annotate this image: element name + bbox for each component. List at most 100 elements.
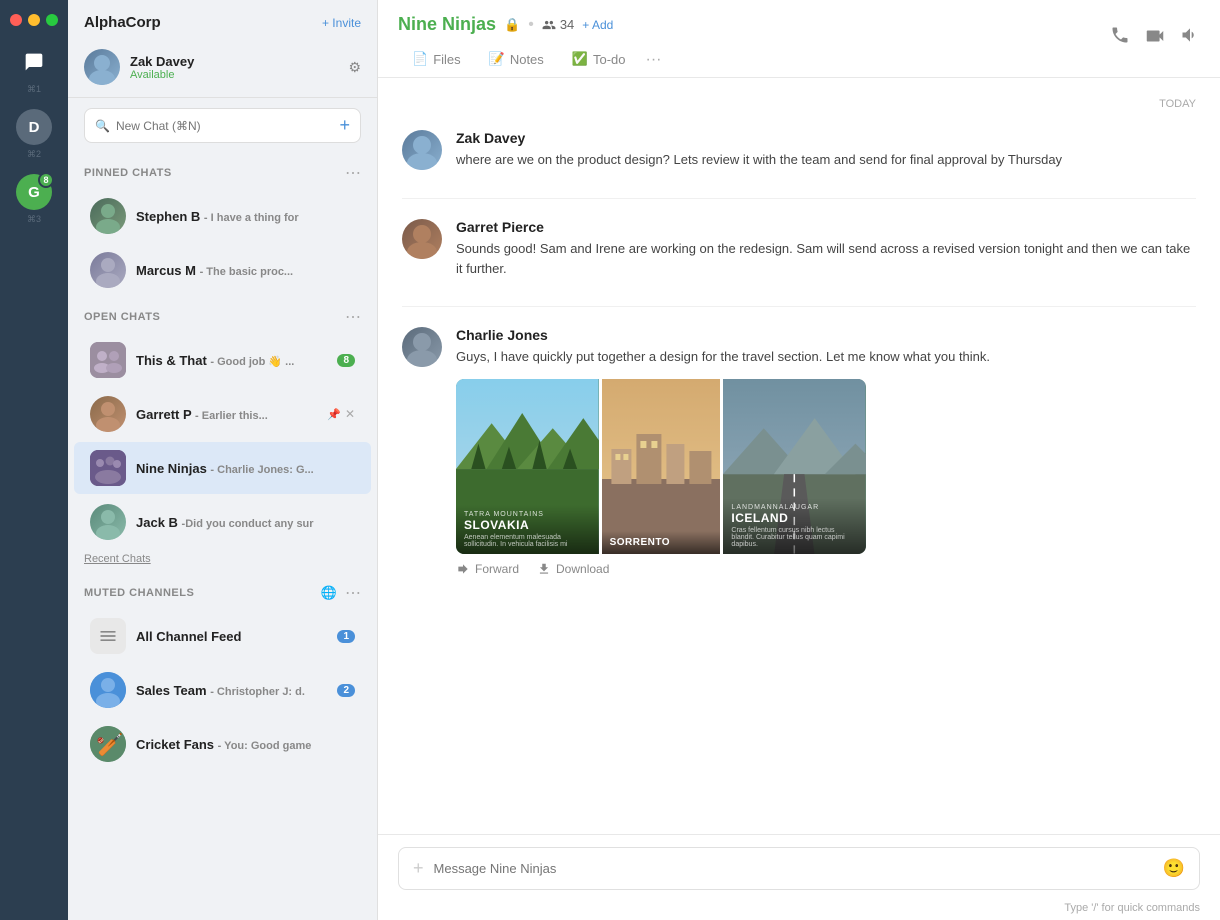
- more-tabs-icon[interactable]: ···: [640, 43, 668, 77]
- message-author: Garret Pierce: [456, 219, 1196, 235]
- pinned-chats-label: PINNED CHATS: [84, 167, 172, 179]
- video-call-icon[interactable]: [1144, 25, 1166, 52]
- avatar: [90, 504, 126, 540]
- group-avatar: [90, 450, 126, 486]
- muted-channels-header: MUTED CHANNELS 🌐 ⋯: [68, 573, 377, 609]
- workspace-g-avatar[interactable]: G 8: [16, 174, 52, 210]
- avatar: [90, 252, 126, 288]
- avatar: [90, 198, 126, 234]
- tab-todo[interactable]: ✅ To-do: [558, 43, 640, 77]
- emoji-icon[interactable]: 🙂: [1163, 858, 1185, 879]
- member-count: 34: [542, 17, 574, 32]
- list-item[interactable]: Stephen B - I have a thing for: [74, 190, 371, 242]
- shortcut-1: ⌘1: [27, 84, 41, 95]
- chat-preview: - Charlie Jones: G...: [210, 464, 313, 476]
- list-item[interactable]: Sales Team - Christopher J: d. 2: [74, 664, 371, 716]
- notes-icon: 📝: [489, 51, 505, 67]
- workspace-d-avatar[interactable]: D: [16, 109, 52, 145]
- separator: •: [528, 16, 534, 34]
- message-text: Sounds good! Sam and Irene are working o…: [456, 239, 1196, 278]
- list-item[interactable]: 🏏 Cricket Fans - You: Good game: [74, 718, 371, 770]
- lock-icon: 🔒: [504, 17, 520, 33]
- shortcut-3: ⌘3: [27, 214, 41, 225]
- chat-sidebar: AlphaCorp + Invite Zak Davey Available ⚙…: [68, 0, 378, 920]
- workspace-name: AlphaCorp: [84, 14, 161, 31]
- globe-icon[interactable]: 🌐: [321, 585, 337, 601]
- list-item[interactable]: All Channel Feed 1: [74, 610, 371, 662]
- list-item[interactable]: This & That - Good job 👋 ... 8: [74, 334, 371, 386]
- tab-files[interactable]: 📄 Files: [398, 43, 475, 77]
- channel-name: Cricket Fans - You: Good game: [136, 737, 355, 752]
- chat-preview: - Good job 👋 ...: [210, 356, 294, 368]
- chat-tabs: 📄 Files 📝 Notes ✅ To-do ···: [398, 43, 668, 77]
- list-item[interactable]: Marcus M - The basic proc...: [74, 244, 371, 296]
- sidebar-header: AlphaCorp + Invite: [68, 0, 377, 41]
- muted-channels-label: MUTED CHANNELS: [84, 587, 194, 599]
- new-chat-add-icon[interactable]: +: [339, 115, 350, 136]
- muted-channels-more-icon[interactable]: ⋯: [345, 583, 361, 603]
- attachment-label-1: TATRA MOUNTAINS SLOVAKIA Aenean elementu…: [456, 505, 599, 554]
- close-chat-icon[interactable]: ✕: [345, 407, 355, 421]
- recent-chats-link[interactable]: Recent Chats: [68, 549, 377, 573]
- message-content: Garret Pierce Sounds good! Sam and Irene…: [456, 219, 1196, 278]
- minimize-button[interactable]: [28, 14, 40, 26]
- volume-icon[interactable]: [1180, 25, 1200, 50]
- list-item[interactable]: Garrett P - Earlier this... 📌 ✕: [74, 388, 371, 440]
- forward-button[interactable]: Forward: [456, 562, 519, 576]
- close-button[interactable]: [10, 14, 22, 26]
- chat-details: Cricket Fans - You: Good game: [136, 737, 355, 752]
- tab-notes[interactable]: 📝 Notes: [475, 43, 558, 77]
- chat-preview: -Did you conduct any sur: [182, 518, 314, 530]
- message-actions: Forward Download: [456, 562, 1196, 576]
- message-input[interactable]: [434, 861, 1153, 876]
- window-controls: [10, 14, 58, 26]
- attachment-panel-2[interactable]: SORRENTO: [602, 379, 721, 554]
- attach-icon[interactable]: +: [413, 858, 424, 879]
- files-icon: 📄: [412, 51, 428, 67]
- message-text: Guys, I have quickly put together a desi…: [456, 347, 1196, 367]
- search-input[interactable]: [116, 119, 334, 133]
- add-member-button[interactable]: + Add: [582, 18, 613, 32]
- chat-details: All Channel Feed: [136, 629, 327, 644]
- chat-nav-icon[interactable]: [16, 44, 52, 80]
- settings-icon[interactable]: ⚙: [348, 59, 361, 76]
- attachment-panel-1[interactable]: TATRA MOUNTAINS SLOVAKIA Aenean elementu…: [456, 379, 599, 554]
- member-count-value: 34: [560, 17, 574, 32]
- maximize-button[interactable]: [46, 14, 58, 26]
- channel-name: Sales Team - Christopher J: d.: [136, 683, 327, 698]
- pinned-chats-more-icon[interactable]: ⋯: [345, 163, 361, 183]
- muted-channels-actions: 🌐 ⋯: [321, 583, 361, 603]
- invite-button[interactable]: + Invite: [322, 16, 361, 30]
- chat-preview: - You: Good game: [218, 740, 312, 752]
- chat-header: Nine Ninjas 🔒 • 34 + Add 📄 Files �: [378, 0, 1220, 78]
- chat-name: Nine Ninjas - Charlie Jones: G...: [136, 461, 355, 476]
- download-button[interactable]: Download: [537, 562, 609, 576]
- unread-badge: 2: [337, 684, 355, 697]
- chat-details: Garrett P - Earlier this...: [136, 407, 317, 422]
- todo-icon: ✅: [572, 51, 588, 67]
- search-box[interactable]: 🔍 +: [84, 108, 361, 143]
- list-item[interactable]: Jack B -Did you conduct any sur: [74, 496, 371, 548]
- open-chats-label: OPEN CHATS: [84, 311, 160, 323]
- chat-item-actions: 📌 ✕: [327, 407, 355, 421]
- unread-badge: 8: [337, 354, 355, 367]
- channel-avatar: 🏏: [90, 726, 126, 762]
- avatar: [402, 130, 442, 170]
- open-chats-more-icon[interactable]: ⋯: [345, 307, 361, 327]
- icon-sidebar: ⌘1 D ⌘2 G 8 ⌘3: [0, 0, 68, 920]
- chat-name: Jack B -Did you conduct any sur: [136, 515, 355, 530]
- message-group: Zak Davey where are we on the product de…: [402, 130, 1196, 170]
- user-name: Zak Davey: [130, 54, 338, 69]
- user-row: Zak Davey Available ⚙: [68, 41, 377, 98]
- chat-header-actions: [1110, 25, 1200, 66]
- chat-details: Nine Ninjas - Charlie Jones: G...: [136, 461, 355, 476]
- message-input-box[interactable]: + 🙂: [398, 847, 1200, 890]
- attachment-panel-3[interactable]: LANDMANNALAUGAR ICELAND Cras fellentum c…: [723, 379, 866, 554]
- chat-header-left: Nine Ninjas 🔒 • 34 + Add 📄 Files �: [398, 14, 668, 77]
- message-author: Charlie Jones: [456, 327, 1196, 343]
- list-item[interactable]: Nine Ninjas - Charlie Jones: G...: [74, 442, 371, 494]
- voice-call-icon[interactable]: [1110, 25, 1130, 50]
- message-divider: [402, 198, 1196, 199]
- chat-details: Stephen B - I have a thing for: [136, 209, 355, 224]
- chat-details: Sales Team - Christopher J: d.: [136, 683, 327, 698]
